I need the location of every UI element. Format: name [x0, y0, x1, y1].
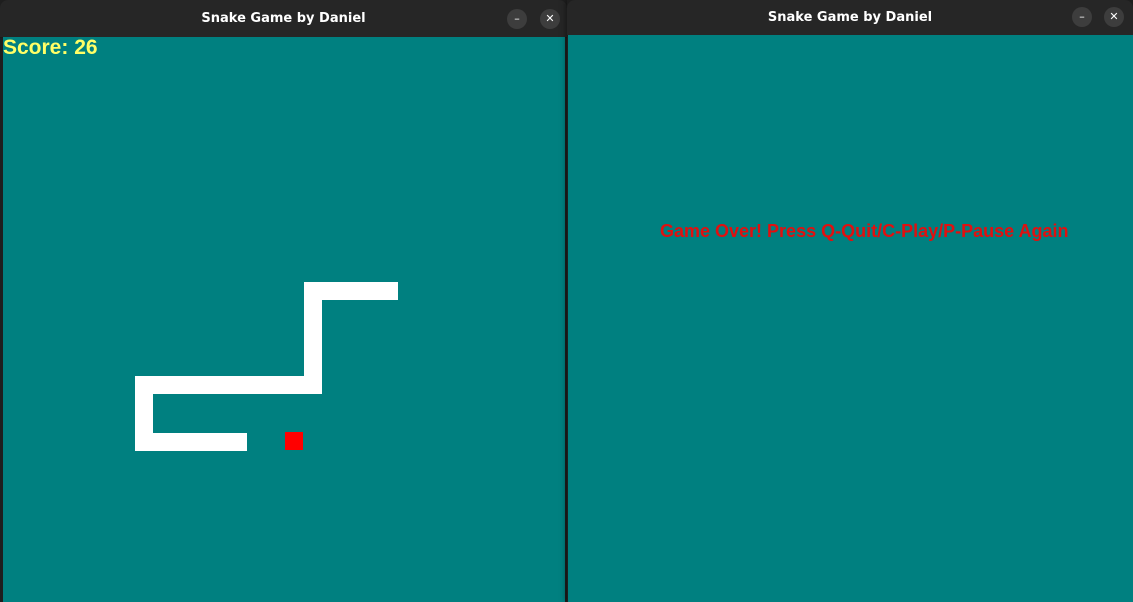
snake-segment-tail-row — [135, 433, 247, 451]
food-pellet — [285, 432, 303, 450]
close-button[interactable]: ✕ — [1104, 7, 1124, 27]
score-display: Score: 26 — [3, 36, 98, 59]
minimize-button[interactable]: – — [507, 9, 527, 29]
game-canvas[interactable]: Game Over! Press Q-Quit/C-Play/P-Pause A… — [568, 35, 1133, 602]
game-canvas[interactable]: Score: 26 — [3, 37, 565, 602]
game-over-message: Game Over! Press Q-Quit/C-Play/P-Pause A… — [660, 221, 1069, 241]
snake-segment-middle-row — [135, 376, 322, 394]
window-title: Snake Game by Daniel — [767, 10, 933, 25]
close-button[interactable]: ✕ — [540, 9, 560, 29]
game-window: Snake Game by Daniel – ✕ Score: 26 — [0, 0, 567, 602]
title-bar[interactable]: Snake Game by Daniel – ✕ — [567, 0, 1133, 36]
minimize-button[interactable]: – — [1072, 7, 1092, 27]
window-title: Snake Game by Daniel — [201, 11, 366, 26]
title-bar[interactable]: Snake Game by Daniel – ✕ — [0, 0, 567, 38]
game-over-window: Snake Game by Daniel – ✕ Game Over! Pres… — [567, 0, 1133, 602]
